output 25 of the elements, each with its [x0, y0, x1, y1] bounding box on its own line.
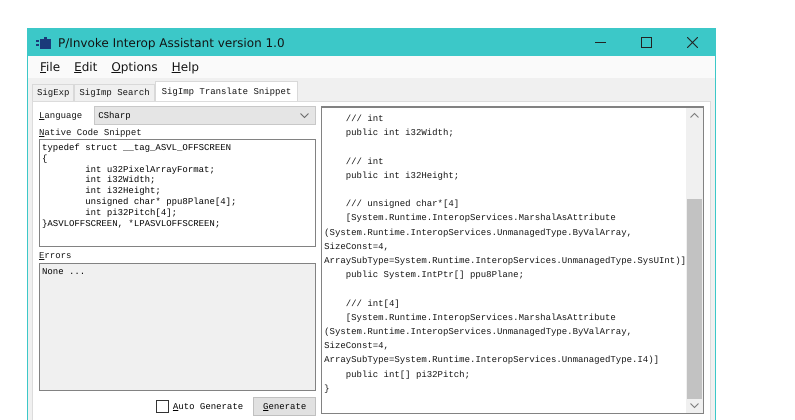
app-icon [36, 36, 52, 48]
language-label: Language [39, 110, 82, 122]
native-code-field[interactable]: typedef struct __tag_ASVL_OFFSCREEN { int u32PixelArrayFormat; int i32Width; int i32Height; unsigned char* ppu8Plane[4]; int pi32Pitch[4]; }ASVLOFFSCREEN, *LPASVLOFFSCREEN; [39, 139, 316, 247]
scrollbar[interactable] [686, 108, 703, 413]
chevron-icon [300, 112, 310, 118]
errors-label: Errors [39, 250, 72, 262]
tab[interactable]: SigExp [32, 84, 74, 101]
window-title: P/Invoke Interop Assistant version 1.0 [58, 36, 285, 50]
scrollbar-thumb[interactable] [687, 199, 702, 399]
native-code-label: Native Code Snippet [39, 127, 143, 139]
generate-button[interactable]: Generate [253, 397, 316, 416]
tab[interactable]: SigImp Translate Snippet [154, 81, 298, 101]
tab[interactable]: SigImp Search [74, 84, 155, 101]
scroll-down-icon[interactable] [690, 403, 699, 409]
auto-generate-checkbox[interactable]: Auto Generate [156, 400, 244, 413]
menu-item[interactable]: Help [166, 58, 206, 76]
menu-item[interactable]: File [34, 58, 66, 76]
output-code-text: /// int public int i32Width; /// int public int i32Height; /// unsigned char*[4] [System.Runtime.InteropServices.MarshalAsAttribute (System.Runtime.InteropServices.UnmanagedType.ByValArray, SizeConst=4, ArraySubType=System.Runtime.InteropServices.UnmanagedType.SysUInt)] public System.IntPtr[] ppu8Plane; /// int[4] [System.Runtime.InteropServices.MarshalAsAttribute (System.Runtime.InteropServices.UnmanagedType.ByValArray, SizeConst=4, ArraySubType=System.Runtime.InteropServices.UnmanagedType.I4)] public int[] pi32Pitch; } [323, 113, 686, 396]
language-dropdown[interactable]: CSharp [94, 106, 316, 125]
menu-item[interactable]: Options [105, 58, 164, 76]
close-icon [686, 37, 698, 48]
menu-item[interactable]: Edit [68, 58, 104, 76]
maximize-icon [640, 37, 652, 48]
scroll-up-icon[interactable] [690, 112, 699, 118]
errors-field: None ... [39, 263, 316, 391]
